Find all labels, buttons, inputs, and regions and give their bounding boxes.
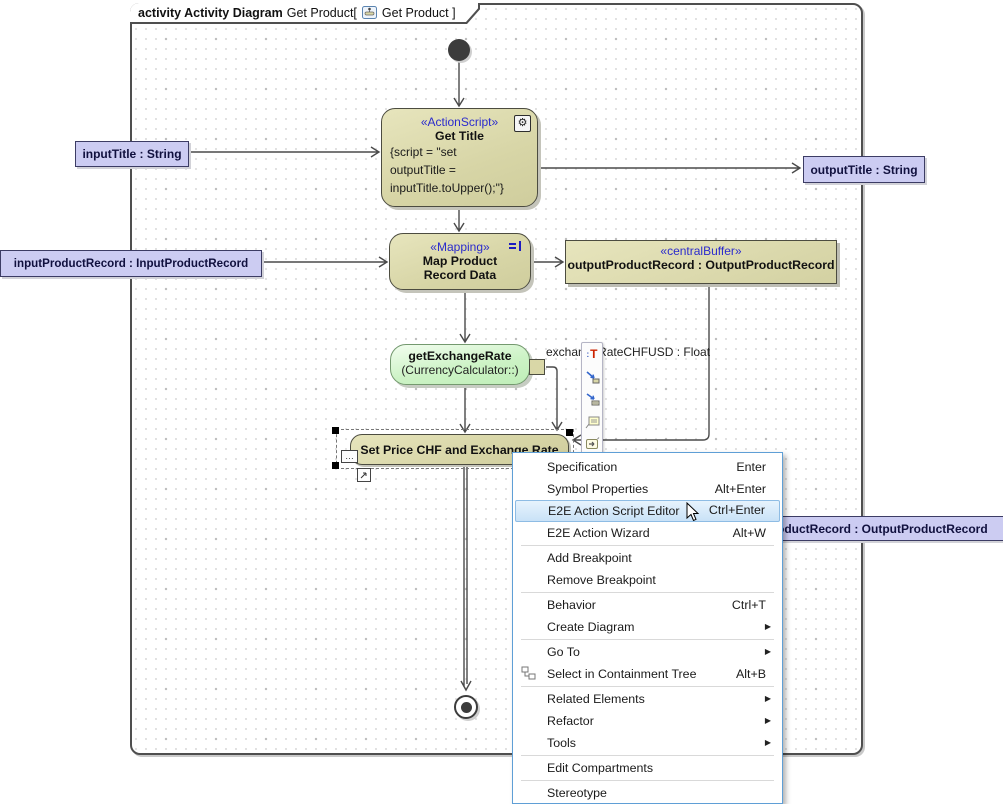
diagram-title-tab: activity Activity Diagram Get Product[ G…: [130, 3, 480, 24]
menu-separator: [521, 780, 774, 781]
diagram-context-label: Get Product ]: [382, 6, 456, 20]
submenu-arrow-icon: ▶: [765, 641, 771, 663]
menu-separator: [521, 755, 774, 756]
action-qualifier: (CurrencyCalculator::): [391, 363, 529, 377]
send-signal-icon[interactable]: [584, 436, 600, 452]
parameter-label: inputTitle : String: [82, 147, 181, 161]
menu-item-label: Go To: [547, 645, 580, 659]
submenu-arrow-icon: ▶: [765, 688, 771, 710]
menu-shortcut: Ctrl+Enter: [709, 500, 765, 520]
menu-separator: [521, 592, 774, 593]
menu-item-add-breakpoint[interactable]: Add Breakpoint: [515, 547, 780, 569]
menu-item-select-in-containment-tree[interactable]: Select in Containment Tree Alt+B: [515, 663, 780, 685]
initial-node[interactable]: [448, 39, 470, 61]
selection-handle-topleft[interactable]: [332, 427, 339, 434]
diagram-name-label: Get Product[: [287, 6, 357, 20]
menu-item-related-elements[interactable]: Related Elements ▶: [515, 688, 780, 710]
submenu-arrow-icon: ▶: [765, 710, 771, 732]
menu-item-tools[interactable]: Tools ▶: [515, 732, 780, 754]
menu-item-label: Refactor: [547, 714, 594, 728]
menu-item-behavior[interactable]: Behavior Ctrl+T: [515, 594, 780, 616]
menu-item-label: Symbol Properties: [547, 482, 648, 496]
menu-separator: [521, 545, 774, 546]
menu-item-refactor[interactable]: Refactor ▶: [515, 710, 780, 732]
parameter-node-inputtitle[interactable]: inputTitle : String: [75, 141, 189, 167]
menu-item-remove-breakpoint[interactable]: Remove Breakpoint: [515, 569, 780, 591]
selection-handle-topright[interactable]: [566, 429, 573, 436]
menu-item-e2e-action-wizard[interactable]: E2E Action Wizard Alt+W: [515, 522, 780, 544]
menu-item-create-diagram[interactable]: Create Diagram ▶: [515, 616, 780, 638]
menu-shortcut: Alt+B: [736, 663, 766, 685]
menu-item-go-to[interactable]: Go To ▶: [515, 641, 780, 663]
mouse-cursor: [686, 502, 700, 522]
action-name: getExchangeRate: [391, 349, 529, 363]
menu-item-edit-compartments[interactable]: Edit Compartments: [515, 757, 780, 779]
draw-object-flow-icon[interactable]: [584, 391, 600, 407]
menu-separator: [521, 639, 774, 640]
submenu-arrow-icon: ▶: [765, 732, 771, 754]
activity-final-node[interactable]: [454, 695, 478, 719]
parameter-node-inputproductrecord[interactable]: inputProductRecord : InputProductRecord: [0, 250, 262, 277]
menu-item-label: Tools: [547, 736, 576, 750]
output-pin[interactable]: [529, 359, 545, 375]
menu-item-label: Add Breakpoint: [547, 551, 632, 565]
script-line: outputTitle =: [390, 161, 529, 179]
menu-shortcut: Ctrl+T: [732, 594, 766, 616]
script-line: inputTitle.toUpper();"}: [390, 179, 529, 197]
draw-pin-flow-icon[interactable]: [584, 369, 600, 385]
menu-item-label: Edit Compartments: [547, 761, 653, 775]
resize-corner-icon[interactable]: [357, 468, 371, 482]
parameter-node-outputtitle[interactable]: outputTitle : String: [803, 156, 925, 183]
context-menu: Specification Enter Symbol Properties Al…: [512, 452, 783, 804]
menu-item-e2e-action-script-editor[interactable]: E2E Action Script Editor Ctrl+Enter: [515, 500, 780, 522]
parameter-label: inputProductRecord : InputProductRecord: [14, 257, 248, 270]
edit-text-icon[interactable]: :T: [584, 346, 600, 362]
menu-item-label: Select in Containment Tree: [547, 667, 696, 681]
action-getexchangerate[interactable]: getExchangeRate (CurrencyCalculator::): [390, 344, 530, 385]
smart-manipulator-toolbar[interactable]: :T: [581, 342, 603, 456]
submenu-arrow-icon: ▶: [765, 616, 771, 638]
parameter-label: outputTitle : String: [810, 163, 917, 177]
menu-item-label: Stereotype: [547, 786, 607, 800]
action-name: Map Product: [390, 254, 530, 268]
comment-icon[interactable]: [584, 414, 600, 430]
diagram-kind-label: activity Activity Diagram: [138, 6, 283, 20]
menu-item-label: E2E Action Wizard: [547, 526, 650, 540]
action-name: Record Data: [390, 268, 530, 282]
containment-tree-icon: [521, 666, 537, 681]
menu-item-specification[interactable]: Specification Enter: [515, 456, 780, 478]
action-get-title[interactable]: «ActionScript» Get Title {script = "set …: [381, 108, 538, 207]
pin-label: exchangeRateCHFUSD : Float: [546, 345, 710, 359]
menu-shortcut: Alt+W: [733, 522, 766, 544]
menu-item-label: Related Elements: [547, 692, 645, 706]
menu-item-label: Specification: [547, 460, 617, 474]
gear-icon[interactable]: ⚙: [514, 115, 531, 132]
stereotype-label: «centralBuffer»: [566, 244, 836, 258]
menu-item-label: E2E Action Script Editor: [548, 504, 680, 518]
menu-shortcut: Alt+Enter: [715, 478, 766, 500]
menu-item-label: Create Diagram: [547, 620, 634, 634]
more-options-icon[interactable]: …: [341, 450, 358, 463]
selection-handle-bottomleft[interactable]: [332, 462, 339, 469]
menu-item-symbol-properties[interactable]: Symbol Properties Alt+Enter: [515, 478, 780, 500]
buffer-name: outputProductRecord : OutputProductRecor…: [566, 258, 836, 272]
menu-item-label: Behavior: [547, 598, 596, 612]
menu-separator: [521, 686, 774, 687]
activity-diagram-icon: [362, 6, 377, 19]
script-line: {script = "set: [390, 143, 529, 161]
menu-shortcut: Enter: [736, 456, 766, 478]
mapping-icon[interactable]: [508, 240, 523, 252]
action-map-product-record-data[interactable]: «Mapping» Map Product Record Data: [389, 233, 531, 290]
menu-item-label: Remove Breakpoint: [547, 573, 656, 587]
central-buffer-outputproductrecord[interactable]: «centralBuffer» outputProductRecord : Ou…: [565, 240, 837, 284]
